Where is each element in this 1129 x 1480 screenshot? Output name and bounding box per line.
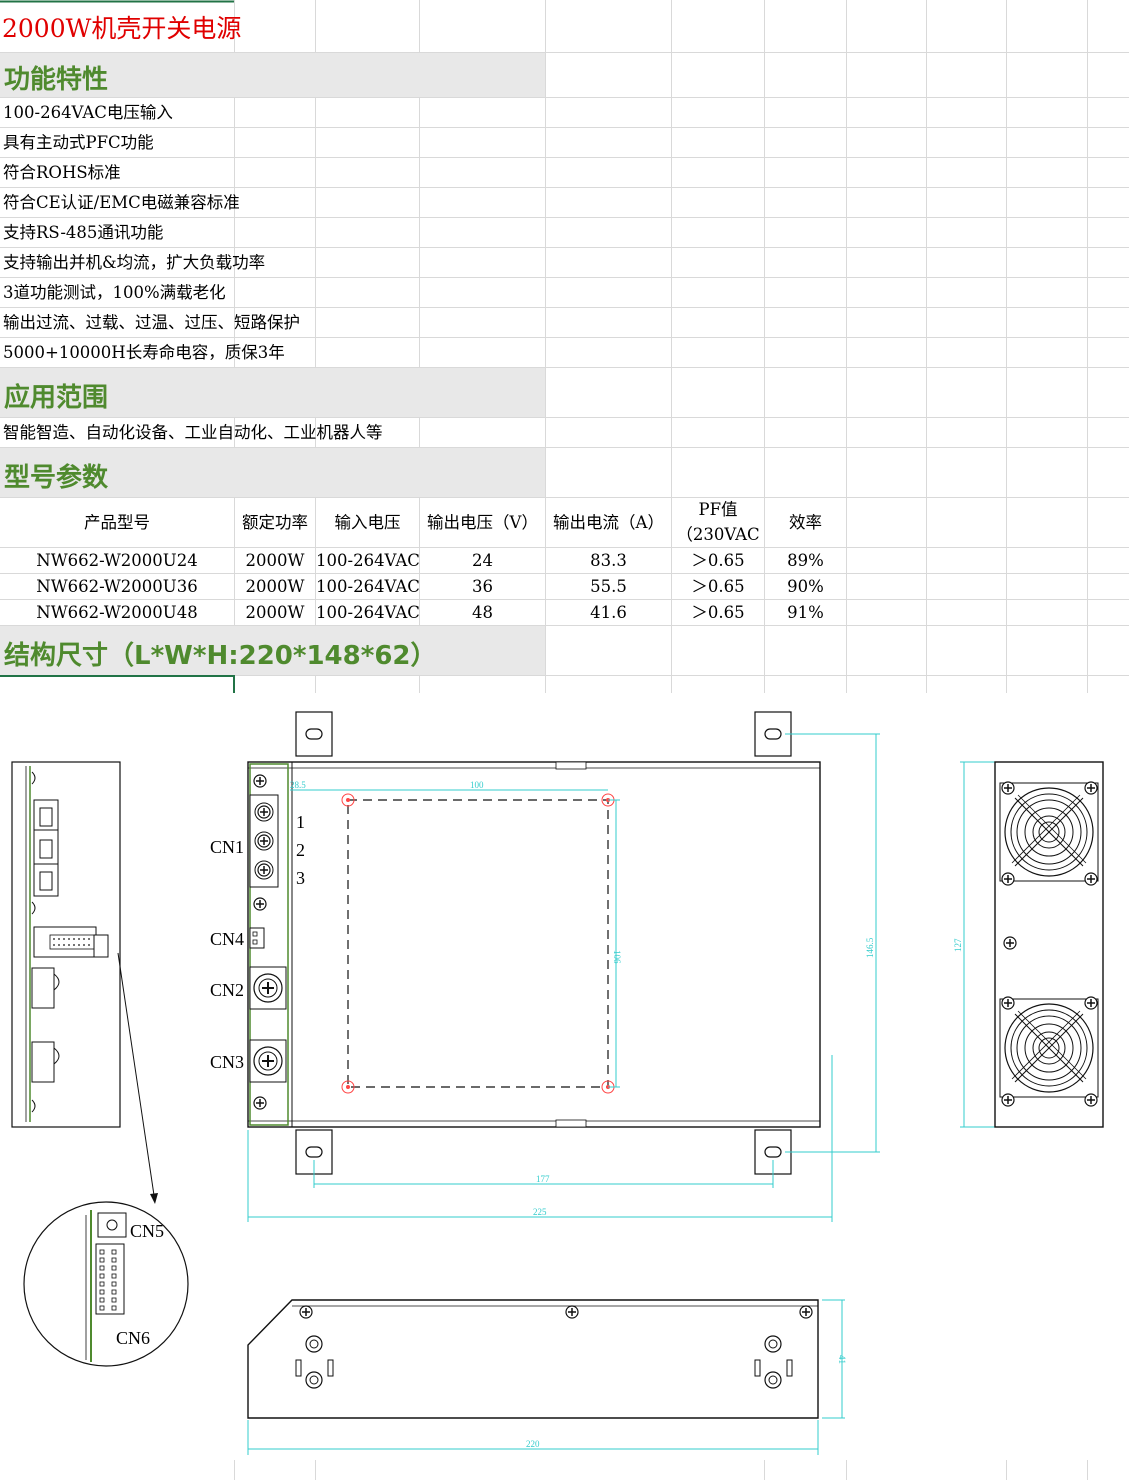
table-cell-output-current: 41.6 [590,603,627,622]
table-header-model: 产品型号 [84,513,150,532]
dim-label: 106 [612,950,622,964]
table-cell-efficiency: 90% [787,577,824,596]
table-cell-pf: ＞0.65 [691,551,745,570]
table-header-input-voltage: 输入电压 [334,513,401,532]
dim-label: 127 [953,938,963,952]
dim-label: 177 [536,1174,550,1184]
table-cell-pf: ＞0.65 [691,577,745,596]
table-header-efficiency: 效率 [789,513,822,532]
table-cell-efficiency: 89% [787,551,824,570]
detail-view-cn5-cn6: CN5 CN6 [23,1201,189,1367]
front-view [247,1299,819,1419]
page-title: 2000W机壳开关电源 [2,14,242,43]
feature-item: 符合ROHS标准 [3,163,121,182]
table-cell-output-voltage: 36 [472,577,493,596]
table-header-pf: PF值 [698,500,738,519]
table-cell-output-current: 83.3 [590,551,627,570]
table-header-power: 额定功率 [242,513,308,532]
dim-label: 225 [533,1207,547,1217]
label-cn5: CN5 [130,1221,164,1241]
table-cell-power: 2000W [245,577,305,596]
label-cn1: CN1 [210,837,244,857]
feature-item: 支持输出并机&均流，扩大负载功率 [3,253,266,272]
label-cn4: CN4 [210,929,244,949]
table-cell-input-voltage: 100-264VAC [316,603,420,622]
pin-label: 2 [296,840,305,860]
feature-item: 输出过流、过载、过温、过压、短路保护 [3,313,300,332]
table-cell-pf: ＞0.65 [691,603,745,622]
table-cell-power: 2000W [245,603,305,622]
feature-item: 符合CE认证/EMC电磁兼容标准 [3,193,240,212]
applications-text: 智能智造、自动化设备、工业自动化、工业机器人等 [3,423,383,442]
dim-label: 28.5 [290,780,306,790]
table-cell-input-voltage: 100-264VAC [316,551,420,570]
feature-item: 100-264VAC电压输入 [3,103,173,122]
feature-item: 3道功能测试，100%满载老化 [3,283,226,302]
table-header-pf-condition: （230VAC [676,525,760,544]
section-header-features: 功能特性 [0,53,545,97]
table-header-output-current: 输出电流（A） [553,513,664,532]
end-view-fans [994,761,1104,1128]
dim-label: 100 [470,780,484,790]
table-cell-model: NW662-W2000U36 [36,577,198,596]
section-title-models: 型号参数 [4,463,109,493]
section-header-applications: 应用范围 [0,368,545,417]
dim-label: 41 [837,1355,847,1364]
label-cn2: CN2 [210,980,244,1000]
dim-label: 220 [526,1439,540,1449]
dim-label: 146.5 [865,937,875,958]
table-cell-output-voltage: 48 [472,603,493,622]
section-header-dimensions: 结构尺寸（L*W*H:220*148*62） [0,626,545,675]
side-view-left [11,761,158,1204]
feature-item: 具有主动式PFC功能 [3,133,154,152]
feature-item: 支持RS-485通讯功能 [3,223,164,242]
table-cell-model: NW662-W2000U24 [36,551,198,570]
mechanical-drawing: CN5 CN6 CN1 CN4 CN2 CN3 1 2 3 28.5 100 1… [11,711,1104,1455]
label-cn3: CN3 [210,1052,244,1072]
section-header-models: 型号参数 [0,448,545,497]
section-title-features: 功能特性 [4,65,109,95]
pin-label: 3 [296,868,305,888]
section-title-dimensions: 结构尺寸（L*W*H:220*148*62） [4,641,437,671]
label-cn6: CN6 [116,1328,150,1348]
table-header-output-voltage: 输出电压（V） [427,513,538,532]
section-title-applications: 应用范围 [4,383,109,413]
pin-label: 1 [296,812,305,832]
feature-item: 5000+10000H长寿命电容，质保3年 [3,343,285,362]
table-cell-model: NW662-W2000U48 [36,603,198,622]
table-cell-efficiency: 91% [787,603,824,622]
table-cell-output-current: 55.5 [590,577,627,596]
table-cell-input-voltage: 100-264VAC [316,577,420,596]
table-cell-output-voltage: 24 [472,551,493,570]
table-cell-power: 2000W [245,551,305,570]
